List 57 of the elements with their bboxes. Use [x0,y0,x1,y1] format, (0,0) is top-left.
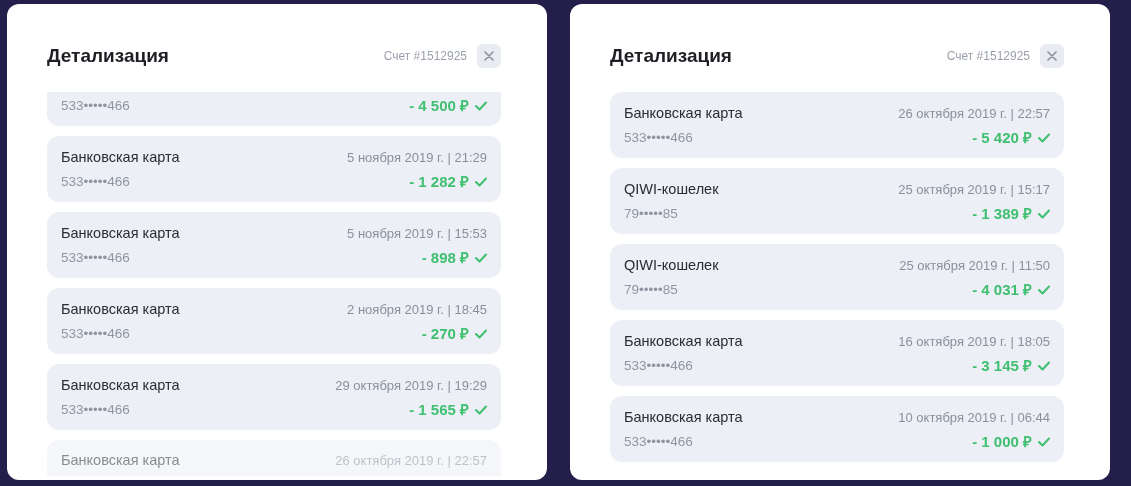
amount: - 898 ₽ [421,247,469,268]
payment-method: QIWI-кошелек [624,180,719,200]
check-icon [475,177,487,187]
check-icon [475,253,487,263]
payment-method: Банковская карта [624,408,743,428]
card-number: 533•••••466 [624,432,693,451]
payment-method: Банковская карта [61,451,180,471]
account-number: Счет #1512925 [946,48,1030,65]
transaction-date: 16 октября 2019 г. | 18:05 [898,333,1050,352]
close-button[interactable] [1040,44,1064,68]
card-number: 533•••••466 [61,96,130,115]
transaction-date: 2 ноября 2019 г. | 18:45 [347,301,487,320]
payment-method: Банковская карта [61,300,180,320]
check-icon [1038,209,1050,219]
transaction-date: 29 октября 2019 г. | 19:29 [335,377,487,396]
close-icon [484,51,494,61]
card-number: 79•••••85 [624,204,678,223]
dialog-title: Детализация [47,43,169,68]
amount: - 1 565 ₽ [409,399,469,420]
close-button[interactable] [477,44,501,68]
amount: - 4 031 ₽ [972,279,1032,300]
transaction-date: 5 ноября 2019 г. | 15:53 [347,225,487,244]
dialog-title: Детализация [610,43,732,68]
check-icon [475,101,487,111]
close-icon [1047,51,1057,61]
transaction-date: 25 октября 2019 г. | 11:50 [899,257,1050,276]
check-icon [1038,285,1050,295]
amount: - 1 282 ₽ [409,171,469,192]
amount: - 4 500 ₽ [409,95,469,116]
transaction-date: 26 октября 2019 г. | 22:57 [898,105,1050,124]
card-number: 533•••••466 [61,172,130,191]
transaction-date: 5 ноября 2019 г. | 21:29 [347,149,487,168]
amount: - 1 389 ₽ [972,203,1032,224]
card-number: 533•••••466 [624,128,693,147]
account-number: Счет #1512925 [383,48,467,65]
amount: - 270 ₽ [421,323,469,344]
payment-method: Банковская карта [624,332,743,352]
payment-method: QIWI-кошелек [624,256,719,276]
payment-method: Банковская карта [61,148,180,168]
card-number: 533•••••466 [61,324,130,343]
card-number: 533•••••466 [624,356,693,375]
transaction-date: 25 октября 2019 г. | 15:17 [898,181,1050,200]
check-icon [1038,133,1050,143]
card-number: 533•••••466 [61,248,130,267]
payment-method: Банковская карта [61,376,180,396]
card-number: 533•••••466 [61,400,130,419]
amount: - 5 420 ₽ [972,127,1032,148]
check-icon [1038,437,1050,447]
amount: - 3 145 ₽ [972,355,1032,376]
payment-method: Банковская карта [61,224,180,244]
card-number: 79•••••85 [624,280,678,299]
check-icon [475,405,487,415]
payment-method: Банковская карта [624,104,743,124]
transaction-date: 10 октября 2019 г. | 06:44 [898,409,1050,428]
check-icon [1038,361,1050,371]
check-icon [475,329,487,339]
amount: - 1 000 ₽ [972,431,1032,452]
